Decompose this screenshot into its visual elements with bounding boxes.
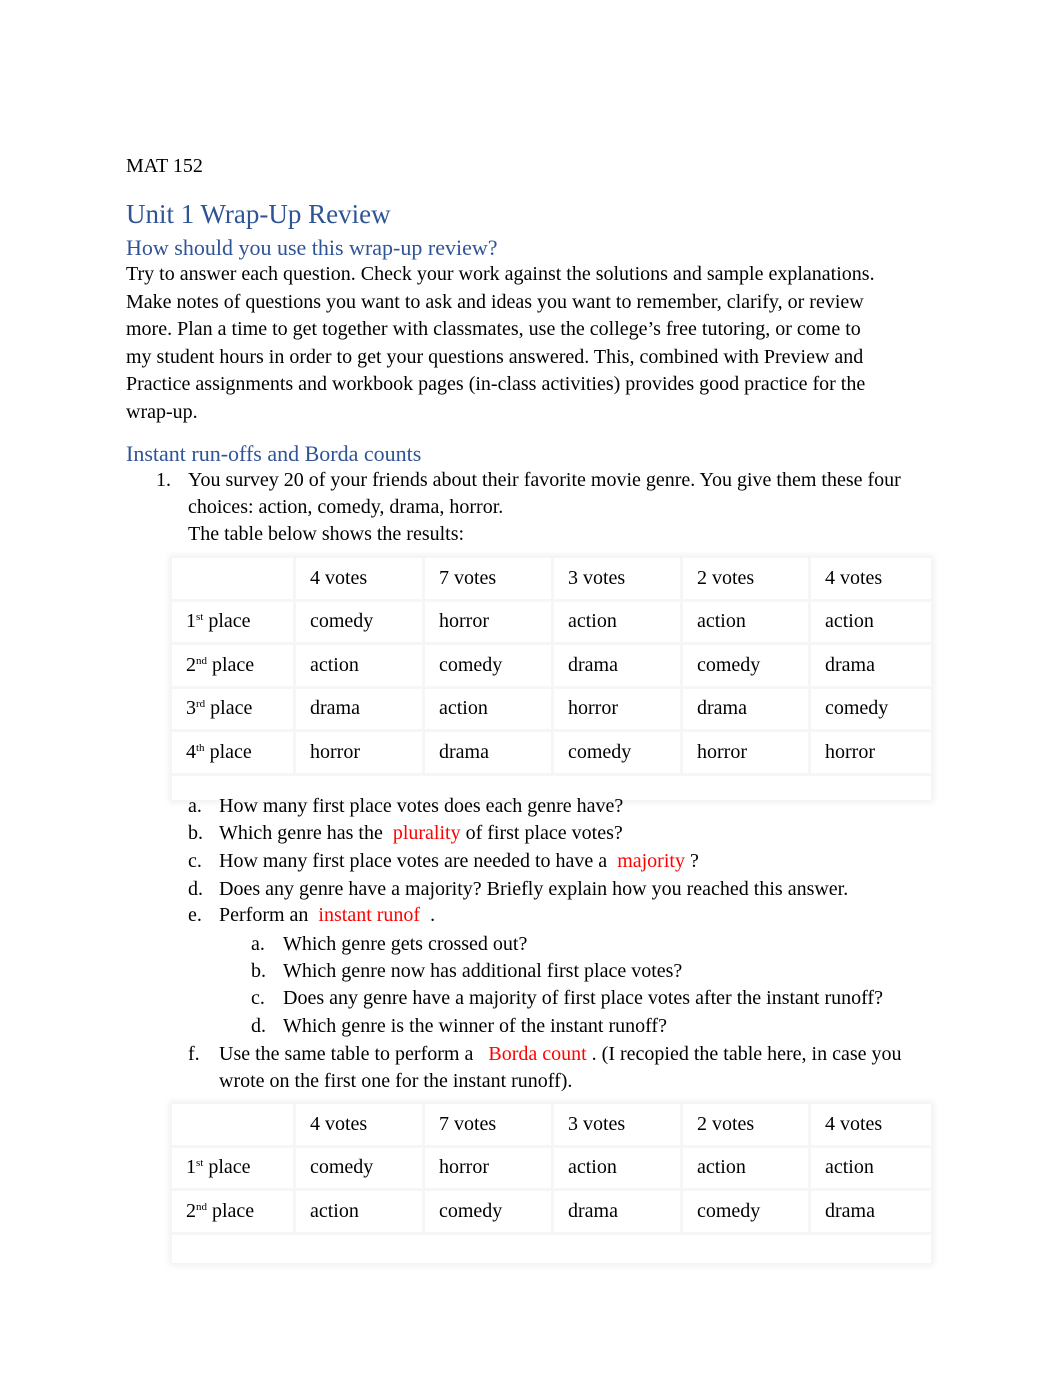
table-row: 2nd place action comedy drama comedy dra…	[172, 1190, 931, 1234]
table-cell: drama	[553, 1190, 682, 1234]
table-header-cell: 4 votes	[810, 1104, 932, 1146]
table-spacer-row	[172, 1233, 931, 1263]
subquestion-marker: b.	[188, 822, 203, 844]
table-row: 1st place comedy horror action action ac…	[172, 600, 931, 644]
table-cell: drama	[810, 1190, 932, 1234]
table-cell: action	[553, 1146, 682, 1190]
preference-table: 4 votes 7 votes 3 votes 2 votes 4 votes …	[172, 558, 931, 800]
table-cell: drama	[553, 644, 682, 688]
row-label: 3rd place	[172, 687, 295, 731]
question-line: choices: action, comedy, drama, horror.	[188, 496, 504, 518]
subquestion-marker: e.	[188, 904, 202, 926]
paragraph-line: more. Plan a time to get together with c…	[126, 318, 861, 340]
question-number: 1.	[156, 469, 171, 491]
term-plurality: plurality	[392, 822, 461, 844]
term-instant-runoff: instant runof	[318, 904, 421, 926]
table-cell: horror	[682, 731, 810, 775]
subquestion-text: Does any genre have a majority? Briefly …	[219, 878, 849, 900]
subquestion-marker: c.	[188, 850, 202, 872]
nested-text: Which genre gets crossed out?	[283, 933, 528, 955]
nested-marker: a.	[251, 933, 265, 955]
row-label: 1st place	[172, 600, 295, 644]
paragraph-line: Try to answer each question. Check your …	[126, 263, 875, 285]
table-row: 1st place comedy horror action action ac…	[172, 1146, 931, 1190]
table-header-row: 4 votes 7 votes 3 votes 2 votes 4 votes	[172, 558, 931, 600]
nested-marker: d.	[251, 1015, 266, 1037]
table-row: 4th place horror drama comedy horror hor…	[172, 731, 931, 775]
table-cell: action	[295, 1190, 424, 1234]
table-cell: horror	[295, 731, 424, 775]
table-header-cell: 3 votes	[553, 1104, 682, 1146]
table-cell: comedy	[295, 1146, 424, 1190]
table-cell: comedy	[682, 1190, 810, 1234]
table-cell: comedy	[553, 731, 682, 775]
table-cell: horror	[553, 687, 682, 731]
table-cell: drama	[424, 731, 553, 775]
paragraph-line: my student hours in order to get your qu…	[126, 345, 864, 368]
course-code: MAT 152	[126, 155, 203, 177]
section-heading-runoffs: Instant run-offs and Borda counts	[126, 441, 422, 466]
table-cell: comedy	[295, 600, 424, 644]
table-cell: comedy	[682, 644, 810, 688]
table-cell: action	[553, 600, 682, 644]
nested-text: Which genre is the winner of the instant…	[283, 1015, 667, 1037]
subquestion-text: Perform an instant runof .	[219, 904, 436, 926]
table-header-cell: 7 votes	[424, 1104, 553, 1146]
nested-text: Which genre now has additional first pla…	[283, 960, 683, 982]
nested-marker: c.	[251, 987, 265, 1009]
subquestion-text: wrote on the first one for the instant r…	[219, 1070, 573, 1092]
table-cell: horror	[424, 1146, 553, 1190]
row-label: 2nd place	[172, 1190, 295, 1234]
table-header-cell: 3 votes	[553, 558, 682, 600]
table-cell: action	[810, 600, 932, 644]
table-cell: comedy	[810, 687, 932, 731]
table-cell: action	[424, 687, 553, 731]
table-row: 2nd place action comedy drama comedy dra…	[172, 644, 931, 688]
table-cell: horror	[424, 600, 553, 644]
subquestion-marker: d.	[188, 878, 203, 900]
paragraph-line: Practice assignments and workbook pages …	[126, 373, 866, 395]
subquestion-text: How many first place votes are needed to…	[219, 850, 699, 872]
term-borda-count: Borda count	[488, 1043, 587, 1065]
table-cell: action	[682, 600, 810, 644]
table-cell	[172, 1104, 295, 1146]
table-row: 3rd place drama action horror drama come…	[172, 687, 931, 731]
paragraph-line: wrap-up.	[126, 400, 198, 423]
document-title: Unit 1 Wrap-Up Review	[126, 199, 391, 229]
nested-marker: b.	[251, 960, 266, 982]
table-header-cell: 2 votes	[682, 558, 810, 600]
table-header-cell: 4 votes	[295, 558, 424, 600]
table-cell: comedy	[424, 644, 553, 688]
table-cell: action	[810, 1146, 932, 1190]
question-line: The table below shows the results:	[188, 523, 465, 545]
table-cell	[172, 558, 295, 600]
table-header-row: 4 votes 7 votes 3 votes 2 votes 4 votes	[172, 1104, 931, 1146]
row-label: 4th place	[172, 731, 295, 775]
table-cell: drama	[295, 687, 424, 731]
preference-table-copy: 4 votes 7 votes 3 votes 2 votes 4 votes …	[172, 1104, 931, 1263]
subquestion-marker: a.	[188, 795, 202, 817]
subquestion-marker: f.	[188, 1043, 200, 1065]
table-cell: action	[295, 644, 424, 688]
question-line: You survey 20 of your friends about thei…	[188, 469, 901, 491]
nested-text: Does any genre have a majority of first …	[283, 987, 883, 1009]
subquestion-text: How many first place votes does each gen…	[219, 795, 624, 817]
table-cell: drama	[682, 687, 810, 731]
usage-paragraph: Try to answer each question. Check your …	[126, 261, 926, 426]
table-header-cell: 4 votes	[810, 558, 932, 600]
table-cell: comedy	[424, 1190, 553, 1234]
row-label: 1st place	[172, 1146, 295, 1190]
row-label: 2nd place	[172, 644, 295, 688]
paragraph-line: Make notes of questions you want to ask …	[126, 290, 864, 313]
term-majority: majority	[617, 850, 685, 872]
table-header-cell: 4 votes	[295, 1104, 424, 1146]
subquestion-text: Use the same table to perform a Borda co…	[219, 1043, 902, 1065]
table-cell: horror	[810, 731, 932, 775]
table-header-cell: 2 votes	[682, 1104, 810, 1146]
section-heading-usage: How should you use this wrap-up review?	[126, 235, 498, 260]
subquestion-text: Which genre has the plurality of first p…	[219, 822, 623, 844]
table-cell: drama	[810, 644, 932, 688]
table-cell: action	[682, 1146, 810, 1190]
table-header-cell: 7 votes	[424, 558, 553, 600]
